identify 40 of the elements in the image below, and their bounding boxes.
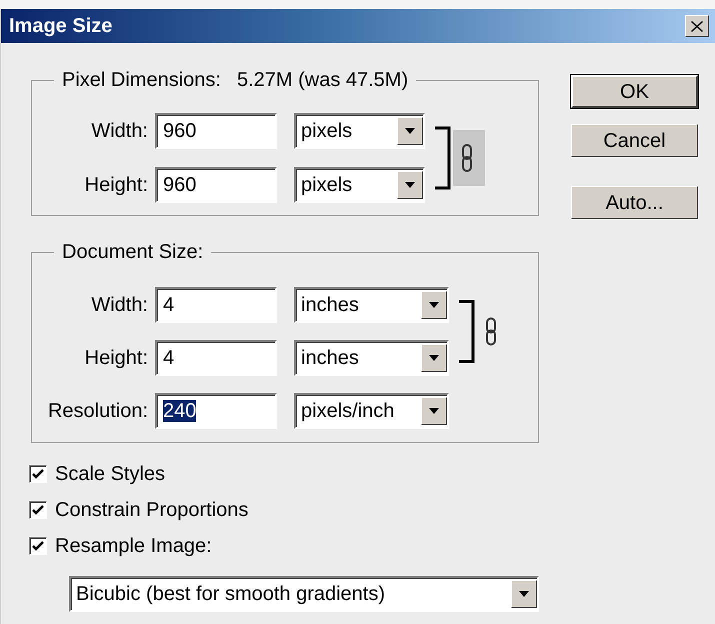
field-label: Width: [90, 119, 149, 144]
text-field[interactable]: 960 [155, 167, 277, 203]
dropdown-value: inches [301, 346, 359, 371]
option-label: Resample Image: [55, 534, 212, 559]
field-label: Width: [90, 293, 149, 318]
checkbox-option[interactable]: Constrain Proportions [29, 499, 539, 521]
text-field[interactable]: 240 [155, 393, 277, 429]
window-title: Image Size [9, 14, 112, 39]
dialog-button[interactable]: OK [571, 75, 698, 108]
text-field[interactable]: 4 [155, 287, 277, 323]
unit-dropdown[interactable]: pixels [294, 113, 425, 149]
dropdown-value: pixels [301, 119, 352, 144]
unit-dropdown[interactable]: inches [294, 340, 449, 376]
field-label: Height: [84, 346, 149, 371]
checkbox-option[interactable]: Scale Styles [29, 463, 539, 485]
dropdown-value: pixels/inch [301, 399, 394, 424]
unit-dropdown[interactable]: pixels [294, 167, 425, 203]
option-label: Constrain Proportions [55, 498, 248, 523]
pixel-size-text: 5.27M (was 47.5M) [236, 68, 408, 92]
field-label: Resolution: [46, 399, 149, 424]
text-field[interactable]: 960 [155, 113, 277, 149]
unit-dropdown[interactable]: inches [294, 287, 449, 323]
checkbox-option[interactable]: Resample Image: [29, 535, 539, 557]
dropdown-value: pixels [301, 173, 352, 198]
group-title: Pixel Dimensions: [62, 68, 221, 92]
group-title: Document Size: [62, 240, 204, 264]
close-icon [691, 20, 703, 32]
resample-dropdown[interactable]: Bicubic (best for smooth gradients) [69, 576, 539, 612]
unit-dropdown[interactable]: pixels/inch [294, 393, 449, 429]
dialog-button[interactable]: Auto... [571, 186, 698, 219]
checkbox[interactable] [29, 501, 47, 519]
field-label: Height: [84, 173, 149, 198]
text-field[interactable]: 4 [155, 340, 277, 376]
checkbox[interactable] [29, 465, 47, 483]
close-button[interactable] [685, 15, 709, 37]
checkbox[interactable] [29, 537, 47, 555]
dropdown-value: inches [301, 293, 359, 318]
dialog-button[interactable]: Cancel [571, 124, 698, 157]
dropdown-value: Bicubic (best for smooth gradients) [76, 582, 386, 607]
option-label: Scale Styles [55, 462, 166, 487]
